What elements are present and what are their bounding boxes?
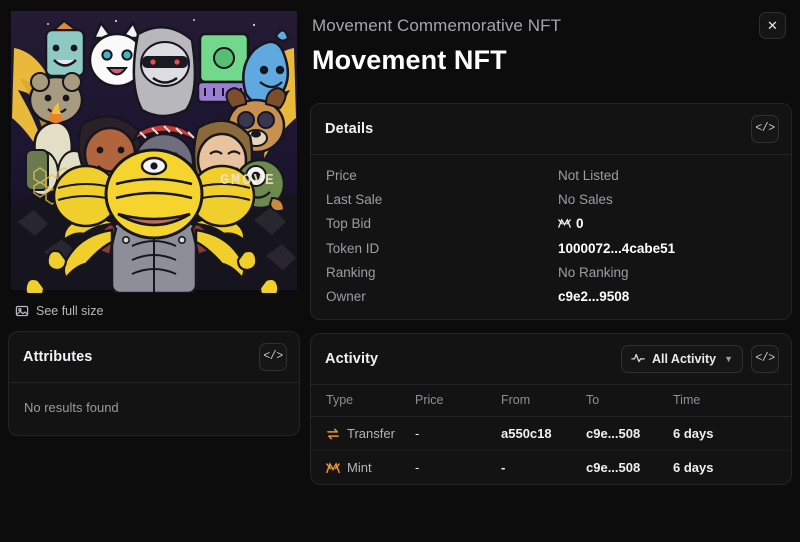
activity-to-cell[interactable]: c9e...508 [586, 451, 673, 485]
detail-label: Owner [326, 288, 366, 304]
activity-column-header: Type [311, 385, 415, 417]
activity-column-header: From [501, 385, 586, 417]
table-row[interactable]: Transfer - a550c18 c9e...508 6 days [311, 416, 791, 451]
activity-column-header: Price [415, 385, 501, 417]
detail-row: Ranking No Ranking [311, 260, 791, 284]
nft-artwork[interactable]: GMOVE [8, 8, 300, 293]
details-panel: Details </> Price Not Listed Last Sale No S… [310, 103, 792, 320]
activity-filter-label: All Activity [651, 352, 717, 366]
detail-row: Last Sale No Sales [311, 187, 791, 211]
detail-row: Token ID 1000072...4cabe51 [311, 236, 791, 260]
activity-table: Type Price From To Time Transfer - a550c18 c9e.… [311, 385, 791, 484]
right-column: Movement Commemorative NFT Movement NFT … [300, 8, 792, 542]
movement-token-icon [558, 217, 571, 232]
detail-label: Top Bid [326, 215, 372, 231]
pulse-icon [631, 352, 645, 367]
activity-from-cell[interactable]: a550c18 [501, 416, 586, 451]
activity-filter-dropdown[interactable]: All Activity ▼ [620, 345, 743, 373]
page-title: Movement NFT [312, 45, 507, 75]
details-panel-header: Details </> [311, 104, 791, 155]
nft-artwork-image: GMOVE [8, 8, 300, 293]
chevron-down-icon: ▼ [724, 354, 733, 364]
close-icon: ✕ [767, 17, 778, 33]
activity-price-cell: - [415, 460, 420, 475]
activity-to-cell[interactable]: c9e...508 [586, 416, 673, 451]
attributes-code-button[interactable]: </> [259, 343, 287, 371]
detail-value[interactable]: 1000072...4cabe51 [558, 241, 675, 256]
detail-value[interactable]: c9e2...9508 [558, 289, 629, 304]
activity-type-cell: Mint [311, 451, 415, 485]
detail-row: Top Bid 0 [311, 211, 791, 236]
activity-type-cell: Transfer [311, 416, 415, 451]
detail-row: Price Not Listed [311, 163, 791, 187]
code-icon: </> [755, 352, 775, 366]
collection-name[interactable]: Movement Commemorative NFT [312, 16, 748, 36]
left-column: GMOVE See full size Attributes </> No re… [8, 8, 300, 542]
detail-value-text: No Ranking [558, 264, 629, 280]
activity-table-body: Transfer - a550c18 c9e...508 6 days Mint - - c9e… [311, 416, 791, 485]
table-row[interactable]: Mint - - c9e...508 6 days [311, 451, 791, 485]
details-title: Details [325, 121, 374, 137]
activity-type-label: Transfer [347, 426, 395, 441]
activity-column-header: To [586, 385, 673, 417]
code-icon: </> [755, 122, 775, 136]
attributes-empty-text: No results found [24, 400, 119, 415]
detail-value: Not Listed [558, 168, 619, 183]
activity-from-cell[interactable]: - [501, 451, 586, 485]
detail-value-text: No Sales [558, 191, 613, 207]
activity-price-cell: - [415, 416, 501, 451]
activity-panel-header: Activity All Activity ▼ </> [311, 334, 791, 385]
detail-label: Ranking [326, 264, 376, 280]
detail-row: Owner c9e2...9508 [311, 284, 791, 308]
detail-value: No Sales [558, 192, 613, 207]
nft-detail-modal: GMOVE See full size Attributes </> No re… [0, 0, 800, 542]
activity-panel: Activity All Activity ▼ </> Type Price F… [310, 333, 792, 485]
activity-code-button[interactable]: </> [751, 345, 779, 373]
details-row-list: Price Not Listed Last Sale No Sales Top Bid 0… [311, 155, 791, 319]
activity-type-label: Mint [347, 460, 372, 475]
image-icon [15, 304, 29, 318]
svg-text:GMOVE: GMOVE [220, 172, 276, 189]
detail-value: No Ranking [558, 265, 629, 280]
details-code-button[interactable]: </> [751, 115, 779, 143]
detail-label: Price [326, 167, 357, 183]
close-button[interactable]: ✕ [759, 12, 786, 39]
detail-label: Token ID [326, 240, 380, 256]
activity-time-cell: 6 days [673, 416, 791, 451]
activity-header-controls: All Activity ▼ </> [620, 345, 779, 373]
see-full-size-button[interactable]: See full size [15, 304, 300, 318]
activity-time-cell: 6 days [673, 460, 714, 475]
detail-value-text: 1000072...4cabe51 [558, 240, 676, 256]
detail-label: Last Sale [326, 191, 383, 207]
modal-header: Movement Commemorative NFT Movement NFT … [310, 8, 792, 76]
see-full-size-label: See full size [36, 304, 104, 318]
detail-value-text: 0 [576, 215, 584, 231]
attributes-title: Attributes [23, 349, 93, 365]
transfer-icon [326, 428, 340, 440]
activity-table-header-row: Type Price From To Time [311, 385, 791, 417]
detail-value-text: c9e2...9508 [558, 288, 630, 304]
attributes-panel-header: Attributes </> [9, 332, 299, 383]
activity-title: Activity [325, 351, 379, 367]
activity-column-header: Time [673, 385, 791, 417]
detail-value[interactable]: 0 [558, 216, 584, 232]
mint-icon [326, 461, 340, 474]
code-icon: </> [263, 350, 283, 364]
attributes-panel: Attributes </> No results found [8, 331, 300, 436]
detail-value-text: Not Listed [558, 167, 619, 183]
